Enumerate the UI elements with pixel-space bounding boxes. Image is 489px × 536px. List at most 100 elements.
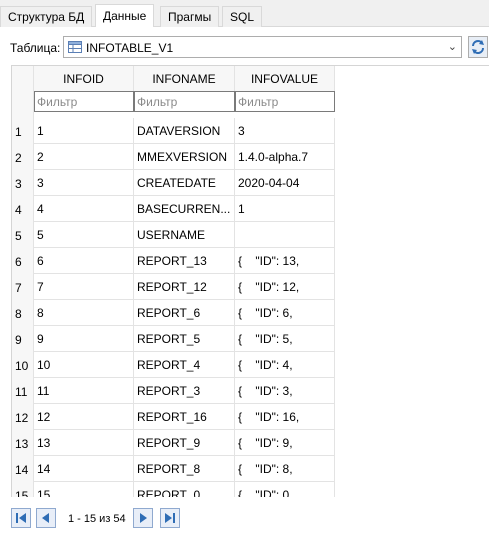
table-row[interactable]: 13 13 REPORT_9{ "ID": 9, [12, 430, 489, 456]
table-row[interactable]: 2 2 MMEXVERSION 1.4.0-alpha.7 [12, 144, 489, 170]
table-icon [68, 41, 82, 53]
cell-infoname[interactable]: REPORT_8 [134, 456, 235, 482]
cell-infovalue[interactable]: { "ID": 8, [235, 456, 335, 482]
next-page-button[interactable] [133, 508, 153, 528]
cell-infoid[interactable]: 13 [34, 430, 134, 456]
cell-infovalue[interactable]: { "ID": 12, [235, 274, 335, 300]
cell-infovalue[interactable]: 2020-04-04 [235, 170, 335, 196]
tab-data[interactable]: Данные [95, 4, 155, 28]
first-page-button[interactable] [11, 508, 31, 528]
table-row[interactable]: 12 12 REPORT_16{ "ID": 16, [12, 404, 489, 430]
table-row[interactable]: 5 5 USERNAME [12, 222, 489, 248]
cell-infovalue[interactable] [235, 222, 335, 248]
cell-infoid[interactable]: 10 [34, 352, 134, 378]
cell-infoid[interactable]: 1 [34, 118, 134, 144]
column-header-infoid[interactable]: INFOID [34, 66, 134, 91]
table-row[interactable]: 15 15 REPORT_0{ "ID": 0, [12, 482, 489, 497]
cell-infovalue[interactable]: { "ID": 5, [235, 326, 335, 352]
cell-infoname[interactable]: MMEXVERSION [134, 144, 235, 170]
cell-infoname[interactable]: CREATEDATE [134, 170, 235, 196]
table-selector-label: Таблица: [10, 41, 61, 55]
row-number[interactable]: 9 [12, 326, 34, 352]
cell-infoid[interactable]: 11 [34, 378, 134, 404]
data-grid[interactable]: INFOID INFONAME INFOVALUE Фильтр Фильтр … [11, 65, 489, 497]
row-number[interactable]: 7 [12, 274, 34, 300]
row-number[interactable]: 4 [12, 196, 34, 222]
table-selector-row: Таблица: INFOTABLE_V1 ⌄ [0, 36, 489, 60]
cell-infoid[interactable]: 3 [34, 170, 134, 196]
table-row[interactable]: 1 1 DATAVERSION 3 [12, 118, 489, 144]
filter-input-infoid[interactable]: Фильтр [34, 91, 134, 112]
row-number[interactable]: 13 [12, 430, 34, 456]
last-page-button[interactable] [160, 508, 180, 528]
table-row[interactable]: 7 7 REPORT_12{ "ID": 12, [12, 274, 489, 300]
cell-infoid[interactable]: 7 [34, 274, 134, 300]
data-panel: Таблица: INFOTABLE_V1 ⌄ INFOID INFONAME [0, 27, 489, 536]
cell-infovalue[interactable]: { "ID": 6, [235, 300, 335, 326]
cell-infoname[interactable]: REPORT_3 [134, 378, 235, 404]
cell-infoname[interactable]: DATAVERSION [134, 118, 235, 144]
column-header-infoname[interactable]: INFONAME [134, 66, 235, 91]
cell-infoname[interactable]: BASECURREN... [134, 196, 235, 222]
row-number[interactable]: 15 [12, 482, 34, 497]
cell-infovalue[interactable]: { "ID": 13, [235, 248, 335, 274]
cell-infoid[interactable]: 15 [34, 482, 134, 497]
cell-infovalue[interactable]: 3 [235, 118, 335, 144]
cell-infovalue[interactable]: { "ID": 16, [235, 404, 335, 430]
previous-page-icon [42, 513, 49, 523]
row-number[interactable]: 10 [12, 352, 34, 378]
cell-infoid[interactable]: 2 [34, 144, 134, 170]
table-row[interactable]: 9 9 REPORT_5{ "ID": 5, [12, 326, 489, 352]
row-number[interactable]: 11 [12, 378, 34, 404]
row-number[interactable]: 5 [12, 222, 34, 248]
cell-infoid[interactable]: 14 [34, 456, 134, 482]
filter-input-infovalue[interactable]: Фильтр [235, 91, 335, 112]
tab-structure[interactable]: Структура БД [0, 6, 93, 27]
cell-infoid[interactable]: 5 [34, 222, 134, 248]
table-row[interactable]: 14 14 REPORT_8{ "ID": 8, [12, 456, 489, 482]
cell-infovalue[interactable]: { "ID": 4, [235, 352, 335, 378]
row-number[interactable]: 3 [12, 170, 34, 196]
tab-sql[interactable]: SQL [222, 6, 263, 27]
chevron-down-icon[interactable]: ⌄ [448, 40, 457, 53]
table-select[interactable]: INFOTABLE_V1 ⌄ [63, 36, 462, 58]
row-number[interactable]: 8 [12, 300, 34, 326]
row-number[interactable]: 14 [12, 456, 34, 482]
cell-infovalue[interactable]: 1.4.0-alpha.7 [235, 144, 335, 170]
refresh-button[interactable] [468, 36, 488, 58]
table-row[interactable]: 10 10 REPORT_4{ "ID": 4, [12, 352, 489, 378]
table-row[interactable]: 3 3 CREATEDATE 2020-04-04 [12, 170, 489, 196]
tab-pragmas[interactable]: Прагмы [160, 6, 220, 27]
row-number[interactable]: 2 [12, 144, 34, 170]
table-row[interactable]: 8 8 REPORT_6{ "ID": 6, [12, 300, 489, 326]
cell-infoname[interactable]: REPORT_6 [134, 300, 235, 326]
cell-infoname[interactable]: REPORT_12 [134, 274, 235, 300]
previous-page-button[interactable] [36, 508, 56, 528]
cell-infoid[interactable]: 6 [34, 248, 134, 274]
row-number[interactable]: 6 [12, 248, 34, 274]
column-header-infovalue[interactable]: INFOVALUE [235, 66, 335, 91]
row-number[interactable]: 12 [12, 404, 34, 430]
cell-infoname[interactable]: REPORT_4 [134, 352, 235, 378]
cell-infoname[interactable]: REPORT_9 [134, 430, 235, 456]
cell-infoname[interactable]: REPORT_16 [134, 404, 235, 430]
cell-infovalue[interactable]: { "ID": 0, [235, 482, 335, 497]
pagination-bar: 1 - 15 из 54 [0, 502, 489, 536]
table-row[interactable]: 11 11 REPORT_3{ "ID": 3, [12, 378, 489, 404]
cell-infoid[interactable]: 4 [34, 196, 134, 222]
cell-infoid[interactable]: 9 [34, 326, 134, 352]
filter-input-infoname[interactable]: Фильтр [134, 91, 235, 112]
refresh-icon [472, 40, 484, 54]
table-row[interactable]: 6 6 REPORT_13{ "ID": 13, [12, 248, 489, 274]
cell-infovalue[interactable]: { "ID": 3, [235, 378, 335, 404]
cell-infoid[interactable]: 12 [34, 404, 134, 430]
cell-infoname[interactable]: REPORT_5 [134, 326, 235, 352]
cell-infoname[interactable]: REPORT_0 [134, 482, 235, 497]
cell-infoname[interactable]: USERNAME [134, 222, 235, 248]
cell-infoname[interactable]: REPORT_13 [134, 248, 235, 274]
cell-infovalue[interactable]: { "ID": 9, [235, 430, 335, 456]
cell-infoid[interactable]: 8 [34, 300, 134, 326]
table-row[interactable]: 4 4 BASECURREN... 1 [12, 196, 489, 222]
cell-infovalue[interactable]: 1 [235, 196, 335, 222]
row-number[interactable]: 1 [12, 118, 34, 144]
